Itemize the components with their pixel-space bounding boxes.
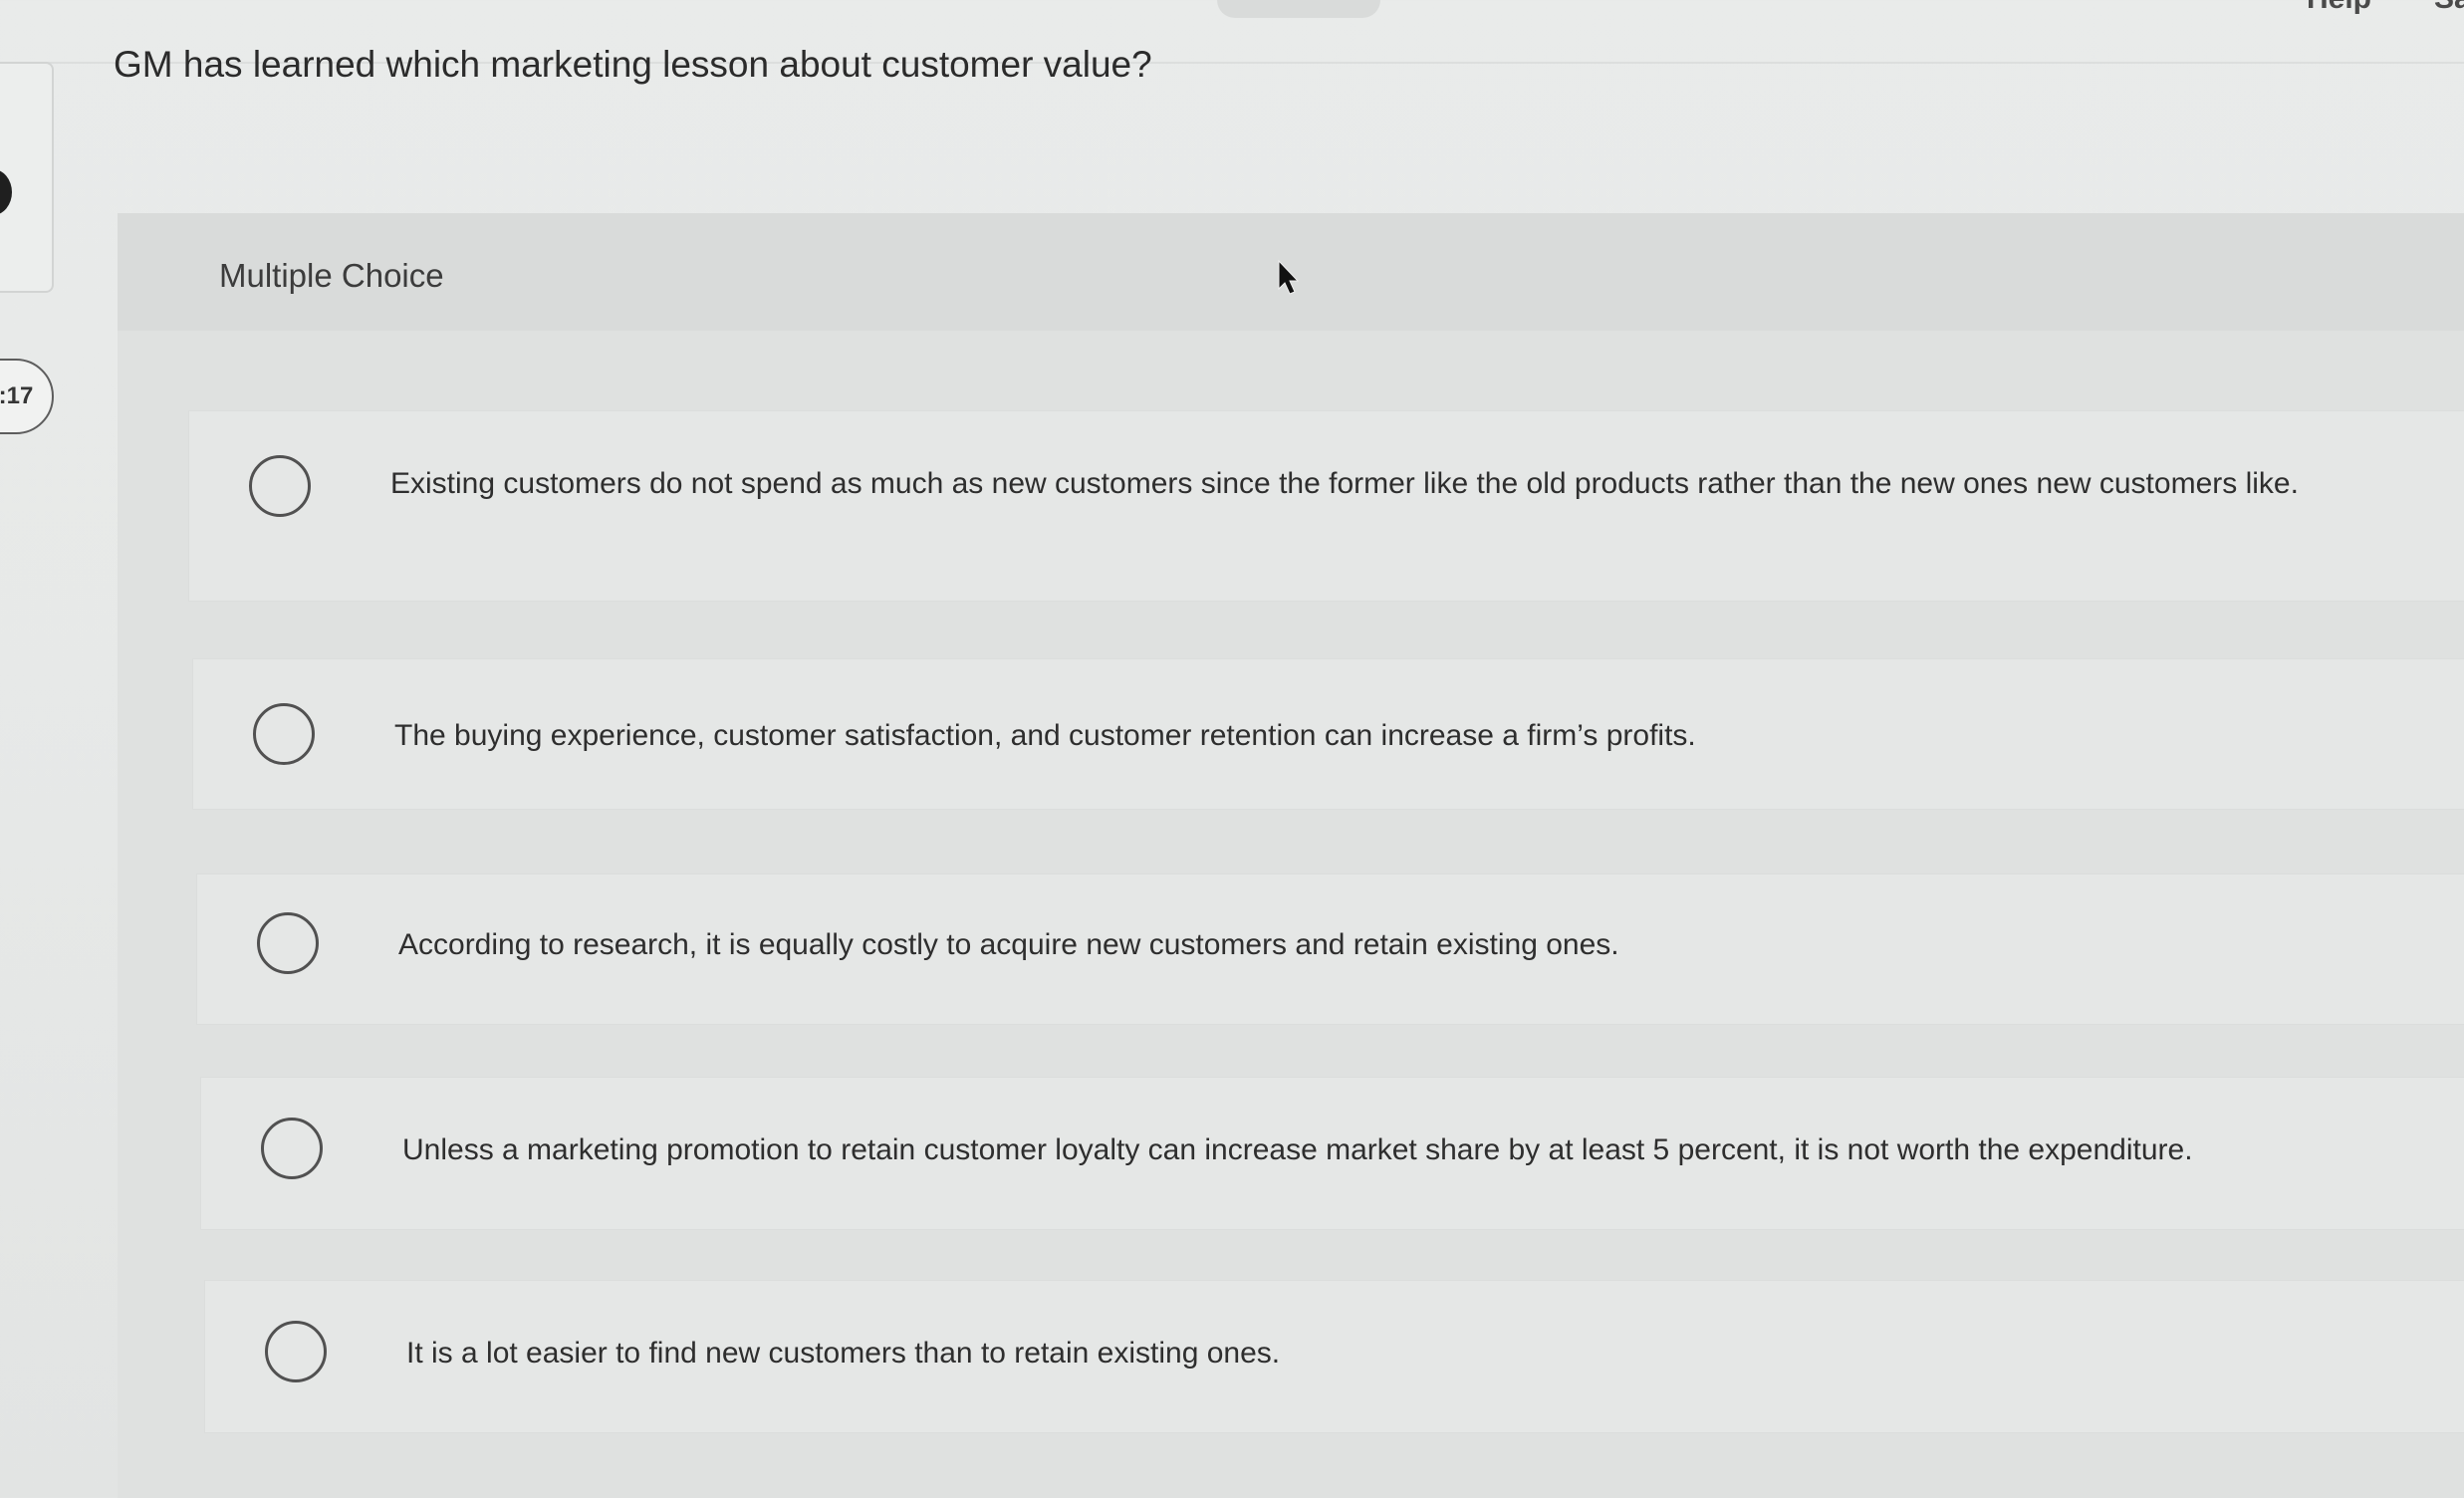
- answer-option-5[interactable]: It is a lot easier to find new customers…: [205, 1281, 2464, 1432]
- timer-badge: :17: [0, 359, 54, 434]
- option-text-3: According to research, it is equally cos…: [398, 928, 1619, 961]
- option-text-5: It is a lot easier to find new customers…: [406, 1337, 1281, 1370]
- answer-option-1[interactable]: Existing customers do not spend as much …: [189, 411, 2464, 601]
- radio-button-2[interactable]: [253, 703, 315, 765]
- option-text-1: Existing customers do not spend as much …: [390, 467, 2299, 500]
- answer-option-4[interactable]: Unless a marketing promotion to retain c…: [201, 1078, 2464, 1229]
- left-card: [0, 62, 54, 293]
- answer-option-3[interactable]: According to research, it is equally cos…: [197, 874, 2464, 1024]
- option-text-4: Unless a marketing promotion to retain c…: [402, 1133, 2193, 1166]
- radio-button-1[interactable]: [249, 455, 311, 517]
- top-tab[interactable]: [1217, 0, 1380, 18]
- save-link[interactable]: Sa: [2434, 0, 2464, 16]
- answer-option-2[interactable]: The buying experience, customer satisfac…: [193, 659, 2464, 809]
- help-link[interactable]: Help: [2307, 0, 2371, 16]
- radio-button-3[interactable]: [257, 912, 319, 974]
- radio-button-4[interactable]: [261, 1118, 323, 1179]
- option-text-2: The buying experience, customer satisfac…: [394, 719, 1696, 752]
- question-text: GM has learned which marketing lesson ab…: [114, 44, 1152, 85]
- radio-button-5[interactable]: [265, 1321, 327, 1382]
- panel-title: Multiple Choice: [219, 257, 444, 294]
- mouse-cursor-icon: [1278, 259, 1299, 295]
